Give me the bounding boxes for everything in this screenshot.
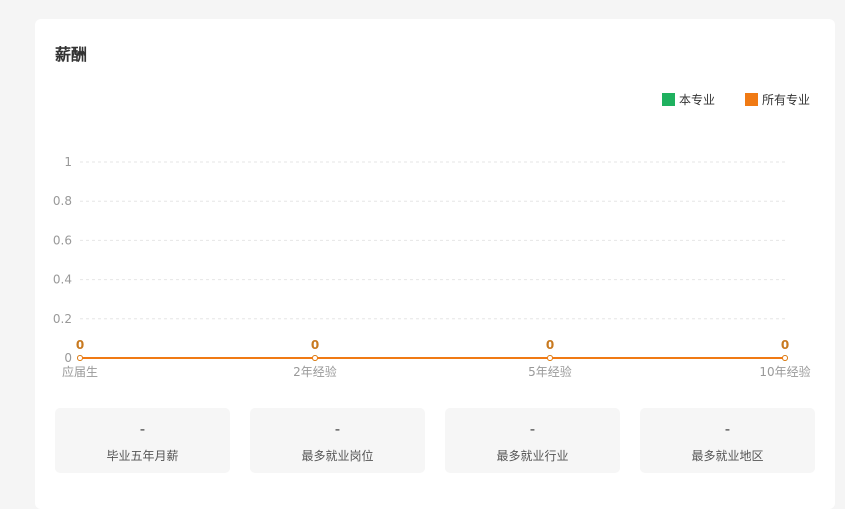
y-tick-label: 0.4 bbox=[53, 273, 72, 287]
y-tick-label: 0 bbox=[64, 351, 72, 365]
stat-value: - bbox=[724, 420, 731, 438]
stat-value: - bbox=[334, 420, 341, 438]
series-point bbox=[547, 355, 553, 361]
y-tick-label: 0.2 bbox=[53, 312, 72, 326]
salary-card: 薪酬 本专业 所有专业 0 0.2 0.4 0.6 0.8 1 应届生 2年经验 5年经验 10年… bbox=[35, 19, 835, 509]
data-label: 0 bbox=[781, 338, 789, 352]
stat-label: 最多就业行业 bbox=[496, 449, 569, 463]
x-tick-label: 应届生 bbox=[62, 364, 98, 379]
stat-label: 最多就业地区 bbox=[691, 449, 764, 463]
x-tick-label: 5年经验 bbox=[528, 364, 572, 379]
stat-value: - bbox=[139, 420, 146, 438]
y-tick-label: 1 bbox=[64, 155, 72, 169]
data-label: 0 bbox=[311, 338, 319, 352]
salary-line-chart: 00.20.40.60.81应届生 2年经验 5年经验 10年经验0 0 0 0 bbox=[53, 155, 811, 379]
stat-box-salary: - 毕业五年月薪 bbox=[55, 408, 230, 473]
data-label: 0 bbox=[76, 338, 84, 352]
data-label: 0 bbox=[546, 338, 554, 352]
series-point bbox=[312, 355, 318, 361]
stats-row: - 毕业五年月薪 - 最多就业岗位 - 最多就业行业 - 最多就业地区 bbox=[55, 408, 815, 473]
series-point bbox=[77, 355, 83, 361]
y-tick-label: 0.6 bbox=[53, 233, 72, 247]
stat-label: 毕业五年月薪 bbox=[106, 449, 179, 463]
y-tick-label: 0.8 bbox=[53, 194, 72, 208]
stat-box-region: - 最多就业地区 bbox=[640, 408, 815, 473]
series-point bbox=[782, 355, 788, 361]
stat-box-industry: - 最多就业行业 bbox=[445, 408, 620, 473]
stat-box-position: - 最多就业岗位 bbox=[250, 408, 425, 473]
stat-label: 最多就业岗位 bbox=[301, 449, 374, 463]
x-tick-label: 2年经验 bbox=[293, 364, 337, 379]
stat-value: - bbox=[529, 420, 536, 438]
x-tick-label: 10年经验 bbox=[759, 364, 810, 379]
